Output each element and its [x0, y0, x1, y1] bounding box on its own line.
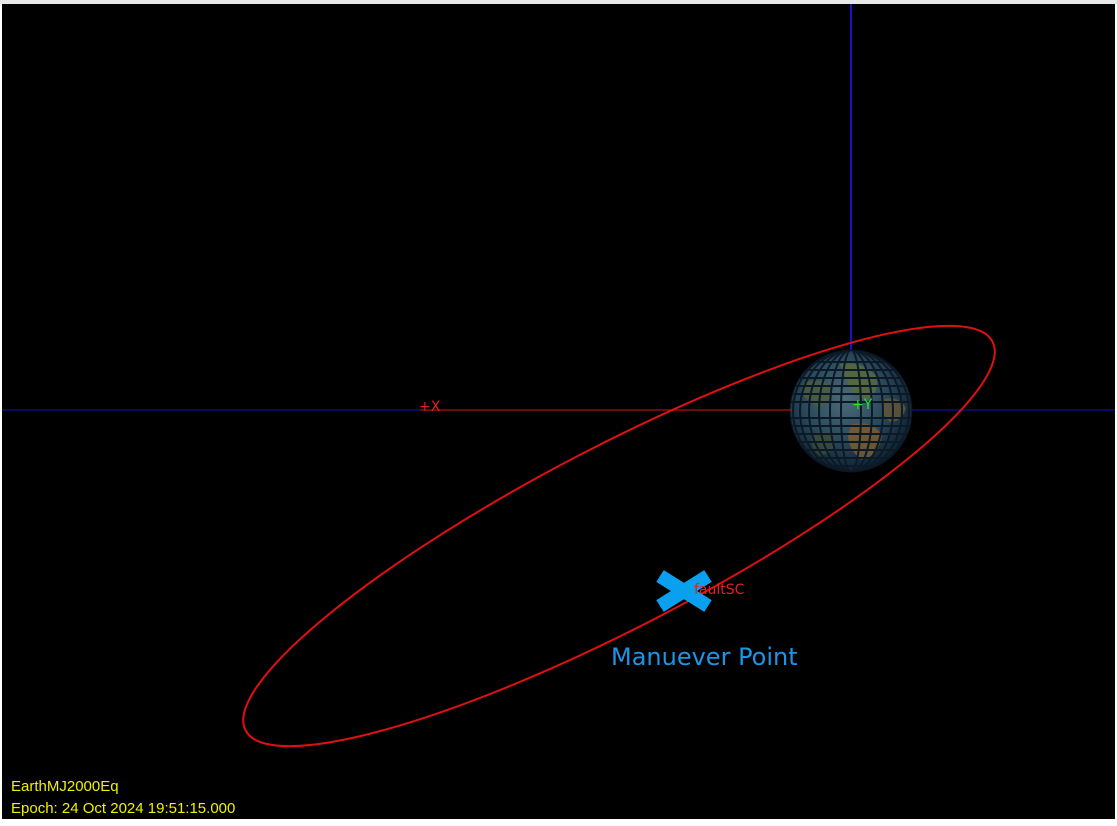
spacecraft-label: faultSC [694, 582, 745, 598]
coordinate-system-label: EarthMJ2000Eq [11, 778, 119, 795]
y-axis-label: +Y [852, 397, 873, 413]
orbit-path[interactable] [204, 262, 1034, 810]
maneuver-point-annotation: Manuever Point [611, 643, 798, 671]
orbit-scene: +X +Y faultSC Manuever Point [2, 4, 1115, 810]
epoch-label: Epoch: 24 Oct 2024 19:51:15.000 [11, 800, 236, 817]
orbit-view-canvas[interactable]: +X +Y faultSC Manuever Point EarthMJ2000… [2, 4, 1115, 819]
x-axis-label: +X [419, 399, 441, 415]
